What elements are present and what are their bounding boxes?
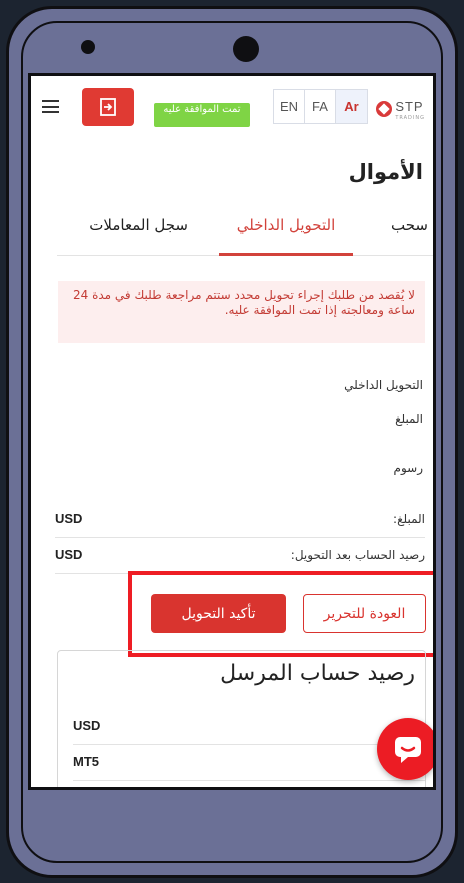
chat-button[interactable]: [377, 718, 433, 780]
lang-fa[interactable]: FA: [305, 90, 336, 123]
card-row-value: MT5: [73, 754, 99, 769]
summary-value: USD: [55, 547, 83, 562]
logo-text: STP: [395, 99, 424, 114]
lang-ar[interactable]: Ar: [336, 90, 367, 123]
summary-row-balance: رصيد الحساب بعد التحويل: USD: [55, 538, 425, 574]
sender-balance-card: رصيد حساب المرسل رصيد USD منصة MT5: [57, 650, 426, 787]
summary-key: رصيد الحساب بعد التحويل:: [290, 548, 425, 562]
logo-subtext: TRADING: [395, 115, 425, 121]
language-switcher: EN FA Ar: [273, 89, 368, 124]
section-label: التحويل الداخلي: [344, 378, 423, 392]
card-title: رصيد حساب المرسل: [220, 661, 415, 686]
app-screen: تمت الموافقة عليه EN FA Ar STP TRADING ا…: [28, 73, 436, 790]
front-camera: [233, 36, 259, 62]
summary-key: المبلغ:: [393, 512, 425, 526]
tab-internal-transfer[interactable]: التحويل الداخلي: [219, 216, 353, 256]
card-row: منصة MT5: [73, 745, 425, 781]
card-row: رصيد USD: [73, 709, 425, 745]
page-title: الأموال: [348, 160, 423, 184]
tab-transaction-history[interactable]: سجل المعاملات: [89, 216, 188, 256]
chat-icon: [395, 737, 421, 763]
highlight-box: [128, 571, 433, 657]
status-badge: تمت الموافقة عليه: [154, 103, 250, 127]
summary-value: USD: [55, 511, 83, 526]
summary-row-amount: المبلغ: USD: [55, 502, 425, 538]
sensor-dot: [81, 40, 95, 54]
card-row-value: USD: [73, 718, 101, 733]
logout-button[interactable]: [82, 88, 134, 126]
tab-bar: سحب التحويل الداخلي سجل المعاملات: [57, 204, 433, 256]
fees-label: رسوم: [393, 461, 423, 475]
top-bar: تمت الموافقة عليه EN FA Ar STP TRADING: [31, 76, 433, 138]
amount-label: المبلغ: [395, 412, 423, 426]
notice-banner: لا يُقصد من طلبك إجراء تحويل محدد ستتم م…: [58, 281, 425, 343]
logo-mark-icon: [376, 100, 393, 117]
lang-en[interactable]: EN: [274, 90, 305, 123]
hamburger-menu-icon[interactable]: [42, 100, 59, 113]
logout-icon: [100, 98, 116, 116]
logo[interactable]: STP TRADING: [376, 96, 425, 121]
tab-withdraw[interactable]: سحب: [391, 216, 428, 256]
